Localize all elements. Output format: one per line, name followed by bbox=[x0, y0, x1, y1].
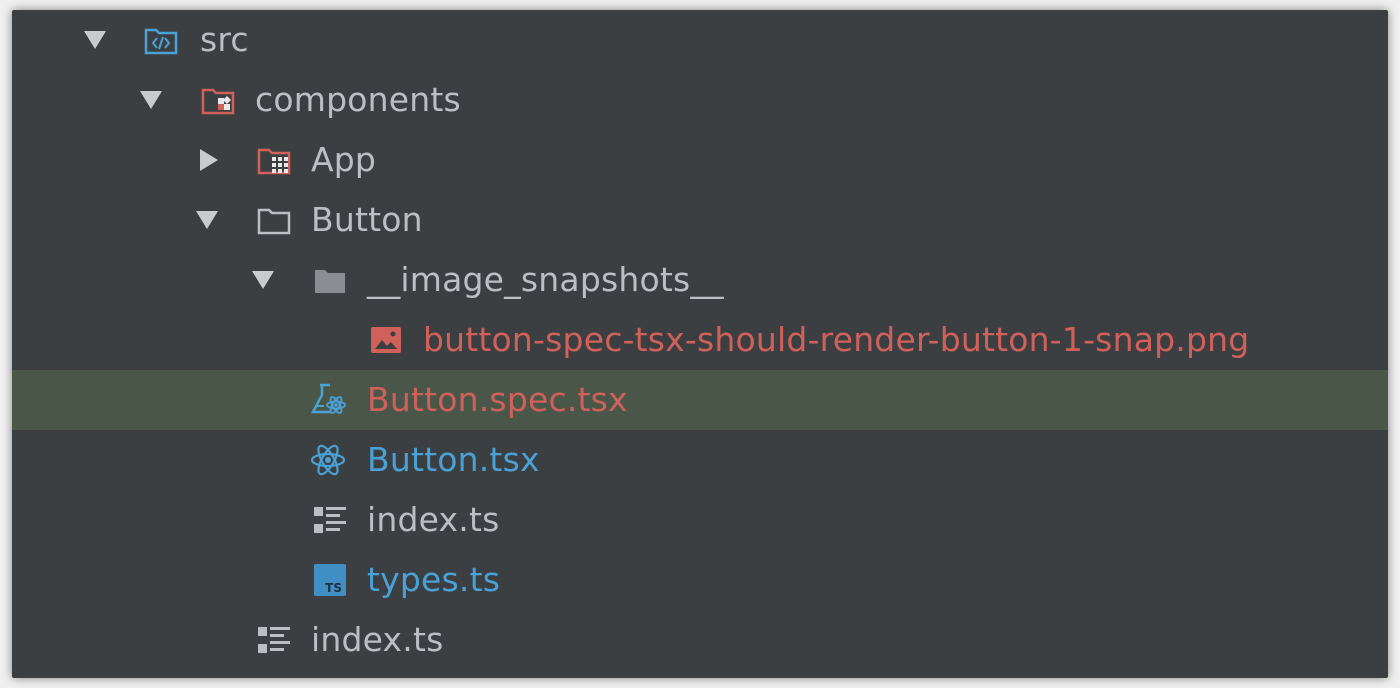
tree-node-label: button-spec-tsx-should-render-button-1-s… bbox=[423, 320, 1250, 359]
tree-row-snapshot-png[interactable]: button-spec-tsx-should-render-button-1-s… bbox=[12, 310, 1388, 370]
tree-row-button-spec[interactable]: Button.spec.tsx bbox=[12, 370, 1388, 430]
svg-text:TS: TS bbox=[325, 581, 342, 595]
tree-node-label: App bbox=[311, 140, 377, 179]
tree-node-label: types.ts bbox=[367, 560, 501, 599]
tree-node-label: index.ts bbox=[311, 620, 444, 659]
tree-row-button-index[interactable]: index.ts bbox=[12, 490, 1388, 550]
tree-node-label: Button.spec.tsx bbox=[367, 380, 628, 419]
tree-node-label: Button bbox=[311, 200, 423, 239]
typescript-module-icon bbox=[314, 507, 346, 533]
typescript-module-icon bbox=[258, 627, 290, 653]
react-file-icon bbox=[310, 444, 346, 476]
tree-row-src[interactable]: src bbox=[12, 10, 1388, 70]
folder-icon bbox=[257, 208, 291, 235]
expanded-arrow-icon[interactable] bbox=[82, 28, 108, 52]
expanded-arrow-icon[interactable] bbox=[138, 88, 164, 112]
tree-row-button-folder[interactable]: Button bbox=[12, 190, 1388, 250]
snapshots-folder-icon bbox=[315, 270, 345, 293]
tree-node-label: Button.tsx bbox=[367, 440, 540, 479]
tree-row-image-snapshots[interactable]: __image_snapshots__ bbox=[12, 250, 1388, 310]
tree-row-app[interactable]: App bbox=[12, 130, 1388, 190]
typescript-file-icon: TS bbox=[314, 564, 346, 596]
expanded-arrow-icon[interactable] bbox=[250, 268, 276, 292]
project-tree-panel: src components App Button __image_snapsh… bbox=[12, 10, 1388, 678]
tree-row-button-tsx[interactable]: Button.tsx bbox=[12, 430, 1388, 490]
app-folder-icon bbox=[257, 148, 291, 175]
tree-node-label: src bbox=[200, 20, 249, 59]
tree-row-types[interactable]: TS types.ts bbox=[12, 550, 1388, 610]
image-file-icon bbox=[371, 327, 401, 353]
tree-node-label: __image_snapshots__ bbox=[367, 260, 724, 299]
tree-row-components-index[interactable]: index.ts bbox=[12, 610, 1388, 670]
expanded-arrow-icon[interactable] bbox=[194, 208, 220, 232]
tree-node-label: components bbox=[255, 80, 461, 119]
components-folder-icon bbox=[201, 88, 235, 115]
tree-node-label: index.ts bbox=[367, 500, 500, 539]
collapsed-arrow-icon[interactable] bbox=[196, 148, 222, 172]
test-react-file-icon bbox=[310, 383, 346, 414]
source-folder-icon bbox=[144, 28, 178, 55]
tree-row-components[interactable]: components bbox=[12, 70, 1388, 130]
